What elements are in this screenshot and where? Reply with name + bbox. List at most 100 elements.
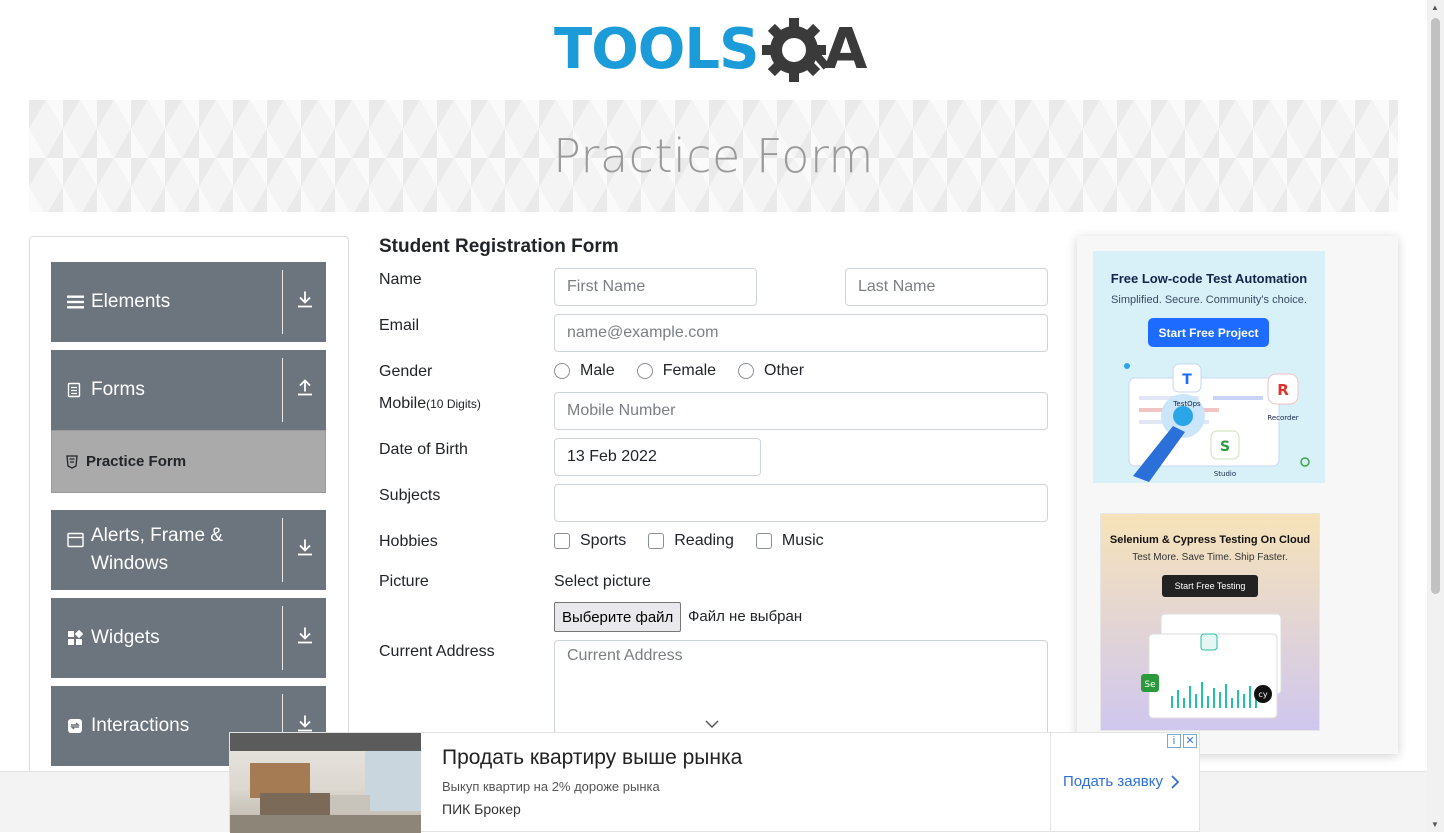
hobbies-checkbox-group: Sports Reading Music (554, 532, 846, 550)
sidebar-group-forms[interactable]: Forms (51, 350, 326, 430)
svg-text:Recorder: Recorder (1267, 414, 1298, 422)
interactions-icon (67, 718, 83, 734)
gender-male-option[interactable]: Male (554, 362, 615, 380)
ad-illustration: Se cy (1141, 613, 1282, 719)
sidebar-group-label: Interactions (91, 715, 190, 736)
sidebar-item-practice-form[interactable]: Practice Form (51, 430, 326, 493)
divider (282, 518, 283, 582)
bottom-ad-banner[interactable]: Продать квартиру выше рынка Выкуп кварти… (229, 732, 1200, 833)
option-label: Male (580, 362, 615, 379)
current-address-textarea[interactable] (554, 640, 1048, 740)
gender-radio-group: Male Female Other (554, 362, 826, 380)
ad-info-icon[interactable]: i (1167, 734, 1181, 748)
dob-label: Date of Birth (379, 441, 468, 458)
svg-text:TestOps: TestOps (1172, 400, 1201, 408)
first-name-input[interactable] (554, 268, 757, 306)
email-input[interactable] (554, 314, 1048, 352)
checkbox[interactable] (554, 533, 570, 549)
ad-katalon[interactable]: Free Low-code Test Automation Simplified… (1093, 251, 1325, 483)
bottom-ad-title: Продать квартиру выше рынка (442, 746, 743, 769)
toolsqa-logo[interactable]: TOOLS A (554, 14, 878, 90)
window-icon (67, 532, 84, 548)
ad-subtitle: Simplified. Secure. Community's choice. (1111, 294, 1307, 306)
subjects-input[interactable] (554, 484, 1048, 522)
hobby-music-option[interactable]: Music (755, 532, 824, 550)
scroll-down-icon[interactable]: ▼ (1431, 820, 1439, 829)
hobby-sports-option[interactable]: Sports (554, 532, 626, 550)
hobby-reading-option[interactable]: Reading (648, 532, 734, 550)
subjects-label: Subjects (379, 487, 441, 504)
gender-label: Gender (379, 363, 433, 380)
choose-file-button[interactable]: Выберите файл (554, 602, 682, 632)
name-label: Name (379, 271, 422, 288)
hobbies-label: Hobbies (379, 533, 438, 550)
last-name-input[interactable] (845, 268, 1048, 306)
html5-icon (66, 454, 78, 469)
apartment-image (230, 733, 421, 833)
sidebar-group-alerts[interactable]: Alerts, Frame & Windows (51, 510, 326, 590)
mobile-hint: (10 Digits) (426, 397, 481, 411)
picture-label: Picture (379, 573, 429, 590)
radio-button[interactable] (738, 363, 755, 379)
upload-icon[interactable] (297, 379, 313, 402)
document-icon (67, 382, 81, 398)
gender-other-option[interactable]: Other (738, 362, 804, 380)
scroll-up-icon[interactable]: ▲ (1431, 3, 1439, 12)
checkbox[interactable] (755, 533, 772, 549)
option-label: Female (662, 362, 717, 379)
svg-text:S: S (1220, 439, 1230, 455)
download-icon[interactable] (297, 291, 313, 314)
option-label: Sports (580, 532, 627, 549)
current-address-label: Current Address (379, 643, 495, 660)
sidebar-group-elements[interactable]: Elements (51, 262, 326, 342)
option-label: Music (781, 532, 824, 549)
mobile-label-text: Mobile (379, 395, 427, 412)
radio-button[interactable] (636, 363, 653, 379)
sidebar-group-label: Forms (91, 379, 145, 400)
ad-subtitle: Test More. Save Time. Ship Faster. (1132, 552, 1288, 563)
svg-text:T: T (1182, 372, 1192, 388)
sidebar-group-label: Alerts, Frame & Windows (91, 525, 223, 574)
vertical-scrollbar[interactable]: ▲ ▼ (1427, 0, 1444, 832)
svg-text:R: R (1277, 381, 1289, 399)
ad-cta-button[interactable]: Start Free Testing (1162, 575, 1258, 597)
ad-cta-button[interactable]: Start Free Project (1148, 318, 1269, 347)
svg-text:TOOLS: TOOLS (554, 17, 758, 82)
hamburger-icon (67, 295, 84, 310)
page-banner: Practice Form (29, 100, 1398, 212)
divider (282, 358, 283, 422)
download-icon[interactable] (297, 539, 313, 562)
mobile-input[interactable] (554, 392, 1048, 430)
gender-female-option[interactable]: Female (636, 362, 717, 380)
sidebar-item-label: Practice Form (86, 453, 187, 470)
ad-illustration: T TestOps R Recorder S Studio (1124, 363, 1310, 482)
radio-button[interactable] (554, 363, 570, 379)
divider (1050, 733, 1051, 831)
sidebar-group-label: Elements (91, 291, 171, 312)
svg-text:Se: Se (1144, 680, 1156, 690)
option-label: Other (764, 362, 805, 379)
download-icon[interactable] (297, 627, 313, 650)
svg-text:A: A (824, 17, 868, 82)
svg-text:Studio: Studio (1214, 470, 1236, 478)
widgets-icon (67, 630, 83, 646)
divider (282, 270, 283, 334)
option-label: Reading (674, 532, 734, 549)
sidebar: Elements Forms Practice Form Alerts, Fra… (29, 236, 349, 796)
email-label: Email (379, 317, 420, 334)
file-status-text: Файл не выбран (688, 608, 803, 625)
bottom-ad-subtitle: Выкуп квартир на 2% дороже рынка (442, 779, 660, 794)
date-of-birth-input[interactable] (554, 438, 761, 476)
scrollbar-thumb[interactable] (1431, 18, 1440, 594)
ad-lambdatest[interactable]: Selenium & Cypress Testing On Cloud Test… (1100, 513, 1320, 731)
divider (282, 606, 283, 670)
mobile-label: Mobile(10 Digits) (379, 395, 481, 413)
checkbox[interactable] (648, 533, 665, 549)
bottom-ad-source: ПИК Брокер (442, 801, 521, 817)
chevron-right-icon (1171, 774, 1179, 789)
bottom-ad-cta[interactable]: Подать заявку (1063, 773, 1179, 790)
ad-title: Free Low-code Test Automation (1110, 271, 1308, 286)
sidebar-group-widgets[interactable]: Widgets (51, 598, 326, 678)
close-icon[interactable]: ✕ (1183, 734, 1197, 748)
svg-text:cy: cy (1258, 690, 1267, 699)
